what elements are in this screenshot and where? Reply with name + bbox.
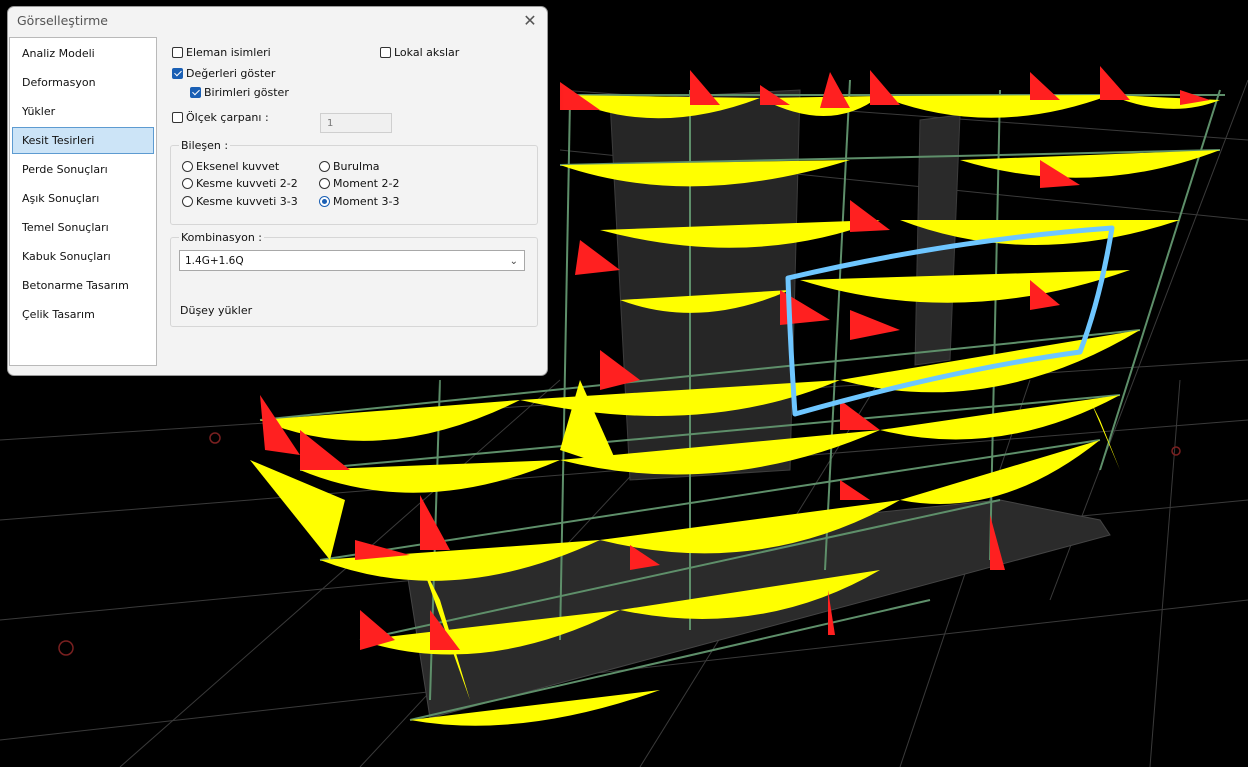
radio-button[interactable] xyxy=(319,196,330,207)
radio-button[interactable] xyxy=(182,178,193,189)
radio-label: Kesme kuvveti 2-2 xyxy=(196,177,298,190)
local-axes-label: Lokal akslar xyxy=(394,46,460,59)
radio-label: Burulma xyxy=(333,160,380,173)
show-units-checkbox[interactable] xyxy=(190,87,201,98)
rear-wall-mesh xyxy=(914,114,961,366)
show-units-option[interactable]: Birimleri göster xyxy=(190,85,289,101)
element-names-option[interactable]: Eleman isimleri xyxy=(172,45,271,61)
nav-item-deformasyon[interactable]: Deformasyon xyxy=(12,69,154,96)
combination-description: Düşey yükler xyxy=(180,304,253,317)
local-axes-checkbox[interactable] xyxy=(380,47,391,58)
combination-group: Kombinasyon : 1.4G+1.6Q ⌄ Düşey yükler xyxy=(170,231,538,327)
core-wall-mesh xyxy=(609,89,801,481)
dialog-titlebar[interactable]: Görselleştirme ✕ xyxy=(8,7,547,35)
nav-item-kesit-tesirleri[interactable]: Kesit Tesirleri xyxy=(12,127,154,154)
show-values-label: Değerleri göster xyxy=(186,67,276,80)
component-group-label: Bileşen : xyxy=(179,139,231,152)
close-icon[interactable]: ✕ xyxy=(519,11,541,31)
show-values-option[interactable]: Değerleri göster xyxy=(172,66,275,82)
combination-select[interactable]: 1.4G+1.6Q ⌄ xyxy=(179,250,525,271)
radio-kesme-kuvveti-2-2[interactable]: Kesme kuvveti 2-2 xyxy=(182,177,298,191)
radio-kesme-kuvveti-3-3[interactable]: Kesme kuvveti 3-3 xyxy=(182,195,298,209)
radio-button[interactable] xyxy=(182,196,193,207)
category-list: Analiz Modeli Deformasyon Yükler Kesit T… xyxy=(9,37,157,366)
radio-button[interactable] xyxy=(182,161,193,172)
radio-burulma[interactable]: Burulma xyxy=(319,160,380,174)
local-axes-option[interactable]: Lokal akslar xyxy=(380,45,459,61)
show-units-label: Birimleri göster xyxy=(204,86,289,99)
radio-moment-3-3[interactable]: Moment 3-3 xyxy=(319,195,399,209)
scale-factor-input[interactable]: 1 xyxy=(320,113,392,133)
scale-factor-checkbox[interactable] xyxy=(172,112,183,123)
nav-item-betonarme-tasarim[interactable]: Betonarme Tasarım xyxy=(12,272,154,299)
radio-moment-2-2[interactable]: Moment 2-2 xyxy=(319,177,399,191)
nav-item-kabuk-sonuclari[interactable]: Kabuk Sonuçları xyxy=(12,243,154,270)
radio-button[interactable] xyxy=(319,178,330,189)
radio-label: Eksenel kuvvet xyxy=(196,160,280,173)
nav-item-yukler[interactable]: Yükler xyxy=(12,98,154,125)
scale-factor-label: Ölçek çarpanı : xyxy=(186,111,269,124)
nav-item-temel-sonuclari[interactable]: Temel Sonuçları xyxy=(12,214,154,241)
radio-eksenel-kuvvet[interactable]: Eksenel kuvvet xyxy=(182,160,279,174)
nav-item-analiz-modeli[interactable]: Analiz Modeli xyxy=(12,40,154,67)
radio-label: Moment 3-3 xyxy=(333,195,400,208)
show-values-checkbox[interactable] xyxy=(172,68,183,79)
element-names-label: Eleman isimleri xyxy=(186,46,271,59)
nav-item-asik-sonuclari[interactable]: Aşık Sonuçları xyxy=(12,185,154,212)
nav-item-celik-tasarim[interactable]: Çelik Tasarım xyxy=(12,301,154,328)
dialog-title: Görselleştirme xyxy=(17,13,108,28)
radio-button[interactable] xyxy=(319,161,330,172)
element-names-checkbox[interactable] xyxy=(172,47,183,58)
combination-group-label: Kombinasyon : xyxy=(179,231,265,244)
nav-item-perde-sonuclari[interactable]: Perde Sonuçları xyxy=(12,156,154,183)
visualization-dialog: Görselleştirme ✕ Analiz Modeli Deformasy… xyxy=(7,6,548,376)
combination-selected-value: 1.4G+1.6Q xyxy=(185,255,244,267)
chevron-down-icon: ⌄ xyxy=(509,256,518,267)
component-group: Bileşen : Eksenel kuvvet Kesme kuvveti 2… xyxy=(170,139,538,225)
radio-label: Kesme kuvveti 3-3 xyxy=(196,195,298,208)
scale-factor-option[interactable]: Ölçek çarpanı : xyxy=(172,110,269,126)
radio-label: Moment 2-2 xyxy=(333,177,400,190)
